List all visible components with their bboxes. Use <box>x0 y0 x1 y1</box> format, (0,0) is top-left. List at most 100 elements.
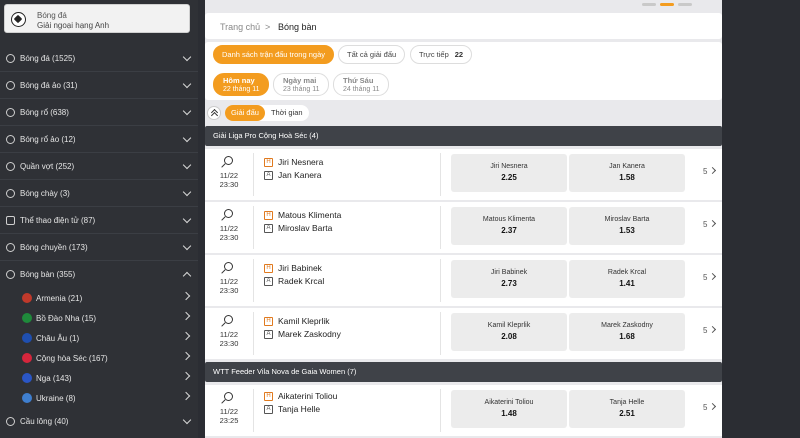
stats-icon[interactable] <box>224 392 233 401</box>
collapse-all-icon[interactable] <box>207 106 221 120</box>
odds-home-button[interactable]: Jiri Nesnera 2.25 <box>451 154 567 192</box>
flag-icon <box>22 393 32 403</box>
sidebar-item-soccer[interactable]: Bóng đá (1525) <box>0 45 198 72</box>
sidebar-subitem-portugal[interactable]: Bồ Đào Nha (15) <box>0 308 198 328</box>
chevron-down-icon <box>182 133 192 143</box>
sidebar-item-label: Bóng chày (3) <box>20 189 70 198</box>
tab-sort-league[interactable]: Giải đấu <box>225 105 265 121</box>
home-team-name: Matous Klimenta <box>278 210 342 220</box>
sidebar-item-volleyball[interactable]: Bóng chuyền (173) <box>0 234 198 261</box>
odds-label: Radek Krcal <box>607 269 647 276</box>
tab-live[interactable]: Trực tiếp 22 <box>410 45 473 64</box>
tab-all-leagues[interactable]: Tất cả giải đấu <box>338 45 406 64</box>
right-margin <box>722 0 800 438</box>
odds-home-button[interactable]: Aikaterini Toliou 1.48 <box>451 390 567 428</box>
tab-sort-time[interactable]: Thời gian <box>265 105 309 121</box>
sidebar-item-baseball[interactable]: Bóng chày (3) <box>0 180 198 207</box>
sidebar-subitem-russia[interactable]: Nga (143) <box>0 368 198 388</box>
odds-home-button[interactable]: Jiri Babinek 2.73 <box>451 260 567 298</box>
chevron-right-icon <box>181 331 191 341</box>
odds-home-button[interactable]: Matous Klimenta 2.37 <box>451 207 567 245</box>
away-badge: A <box>264 224 273 234</box>
tab-today-list[interactable]: Danh sách trận đấu trong ngày <box>213 45 334 64</box>
flag-icon <box>22 373 32 383</box>
more-markets-link[interactable]: 5 <box>703 403 715 412</box>
main-content: Trang chủ > Bóng bàn Danh sách trận đấu … <box>205 0 722 438</box>
away-team-name: Miroslav Barta <box>278 223 333 233</box>
sidebar-item-tennis[interactable]: Quần vợt (252) <box>0 153 198 180</box>
day-tomorrow[interactable]: Ngày mai 23 tháng 11 <box>273 73 330 96</box>
league-header[interactable]: WTT Feeder Vila Nova de Gaia Women (7) <box>205 362 722 382</box>
home-badge: H <box>264 211 273 221</box>
day-date: 23 tháng 11 <box>283 86 320 93</box>
away-team-name: Tanja Helle <box>278 404 321 414</box>
away-badge: A <box>264 171 273 181</box>
home-team: H Matous Klimenta <box>264 210 342 221</box>
home-badge: H <box>264 392 273 402</box>
sidebar-item-virtual-basketball[interactable]: Bóng rổ ảo (12) <box>0 126 198 153</box>
soccer-ball-icon <box>6 81 15 90</box>
tab-label: Danh sách trận đấu trong ngày <box>222 50 325 59</box>
match-row[interactable]: 11/22 23:25 H Aikaterini Toliou A Tanja Hel… <box>205 385 722 436</box>
match-date: 11/22 <box>219 407 239 416</box>
more-markets-link[interactable]: 5 <box>703 220 715 229</box>
home-badge: H <box>264 264 273 274</box>
stats-icon[interactable] <box>224 262 233 271</box>
more-markets-link[interactable]: 5 <box>703 167 715 176</box>
stats-icon[interactable] <box>224 156 233 165</box>
sidebar-item-virtual-soccer[interactable]: Bóng đá ảo (31) <box>0 72 198 99</box>
away-team: A Radek Krcal <box>264 276 324 287</box>
breadcrumb-home-link[interactable]: Trang chủ <box>220 22 260 32</box>
away-team-name: Marek Zaskodny <box>278 329 341 339</box>
match-row[interactable]: 11/22 23:30 H Kamil Kleprlik A Marek Zaskod… <box>205 308 722 359</box>
sidebar-item-table-tennis[interactable]: Bóng bàn (355) <box>0 261 198 288</box>
odds-label: Marek Zaskodny <box>601 322 653 329</box>
match-row[interactable]: 11/22 23:30 H Matous Klimenta A Miroslav Ba… <box>205 202 722 253</box>
home-team: H Jiri Nesnera <box>264 157 323 168</box>
match-time: 23:30 <box>219 339 239 348</box>
sidebar-subitem-label: Armenia (21) <box>36 294 83 303</box>
day-friday[interactable]: Thứ Sáu 24 tháng 11 <box>333 73 390 96</box>
stats-icon[interactable] <box>224 209 233 218</box>
sidebar-subitem-ukraine[interactable]: Ukraine (8) <box>0 388 198 408</box>
soccer-ball-icon <box>11 12 26 27</box>
sidebar-item-esports[interactable]: Thể thao điện tử (87) <box>0 207 198 234</box>
stats-icon[interactable] <box>224 315 233 324</box>
match-row[interactable]: 11/22 23:30 H Jiri Babinek A Radek Krcal Ji… <box>205 255 722 306</box>
odds-label: Jan Kanera <box>609 163 645 170</box>
volleyball-icon <box>6 243 15 252</box>
more-markets-link[interactable]: 5 <box>703 326 715 335</box>
odds-away-button[interactable]: Jan Kanera 1.58 <box>569 154 685 192</box>
home-team: H Aikaterini Toliou <box>264 391 337 402</box>
odds-value: 2.08 <box>501 332 517 341</box>
sidebar-subitem-armenia[interactable]: Armenia (21) <box>0 288 198 308</box>
sort-tabs: Giải đấu Thời gian <box>225 105 309 121</box>
away-team: A Miroslav Barta <box>264 223 333 234</box>
league-header[interactable]: Giải Liga Pro Cộng Hoà Séc (4) <box>205 126 722 146</box>
match-row[interactable]: 11/22 23:30 H Jiri Nesnera A Jan Kanera Jir… <box>205 149 722 200</box>
match-time: 23:30 <box>219 286 239 295</box>
odds-away-button[interactable]: Radek Krcal 1.41 <box>569 260 685 298</box>
sidebar-subitem-europe[interactable]: Châu Âu (1) <box>0 328 198 348</box>
more-markets-link[interactable]: 5 <box>703 273 715 282</box>
home-team: H Jiri Babinek <box>264 263 322 274</box>
odds-home-button[interactable]: Kamil Kleprlik 2.08 <box>451 313 567 351</box>
sidebar-subitem-czech[interactable]: Cộng hòa Séc (167) <box>0 348 198 368</box>
featured-league-label: Giải ngoại hạng Anh <box>37 21 110 30</box>
sidebar-item-basketball[interactable]: Bóng rổ (638) <box>0 99 198 126</box>
breadcrumb: Trang chủ > Bóng bàn <box>205 13 722 39</box>
odds-value: 1.48 <box>501 409 517 418</box>
odds-away-button[interactable]: Tanja Helle 2.51 <box>569 390 685 428</box>
odds-away-button[interactable]: Miroslav Barta 1.53 <box>569 207 685 245</box>
day-today[interactable]: Hôm nay 22 tháng 11 <box>213 73 270 96</box>
odds-away-button[interactable]: Marek Zaskodny 1.68 <box>569 313 685 351</box>
home-badge: H <box>264 158 273 168</box>
sidebar-item-badminton[interactable]: Cầu lông (40) <box>0 408 198 435</box>
featured-sport-card[interactable]: Bóng đá Giải ngoại hạng Anh <box>4 4 190 33</box>
match-date: 11/22 <box>219 330 239 339</box>
odds-label: Aikaterini Toliou <box>484 399 534 406</box>
chevron-down-icon <box>182 241 192 251</box>
chevron-right-icon <box>181 291 191 301</box>
away-badge: A <box>264 330 273 340</box>
match-date: 11/22 <box>219 277 239 286</box>
